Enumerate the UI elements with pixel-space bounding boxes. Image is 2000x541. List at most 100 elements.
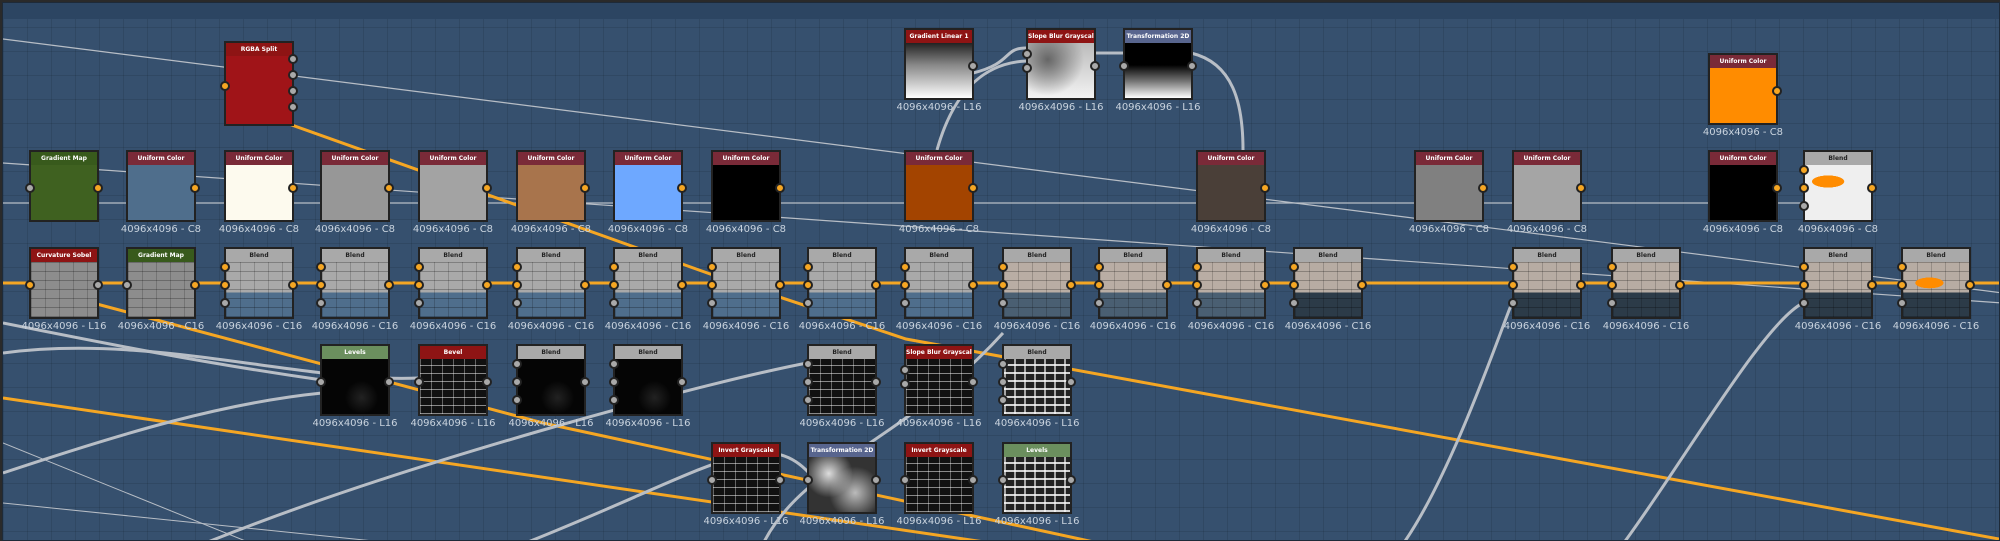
node-gradient-linear-1[interactable]: Gradient Linear 1 bbox=[904, 28, 978, 100]
output-port[interactable] bbox=[871, 280, 881, 290]
input-port[interactable] bbox=[122, 280, 132, 290]
input-port[interactable] bbox=[414, 377, 424, 387]
output-port[interactable] bbox=[288, 70, 298, 80]
node-uniform-color[interactable]: Uniform Color bbox=[1414, 150, 1488, 222]
input-port[interactable] bbox=[707, 280, 717, 290]
node-curvature-sobel[interactable]: Curvature Sobel bbox=[25, 247, 103, 319]
output-port[interactable] bbox=[384, 280, 394, 290]
output-port[interactable] bbox=[190, 280, 200, 290]
input-port[interactable] bbox=[803, 298, 813, 308]
output-port[interactable] bbox=[968, 183, 978, 193]
output-port[interactable] bbox=[1772, 183, 1782, 193]
output-port[interactable] bbox=[871, 377, 881, 387]
output-port[interactable] bbox=[968, 475, 978, 485]
input-port[interactable] bbox=[414, 298, 424, 308]
node-uniform-color[interactable]: Uniform Color bbox=[711, 150, 785, 222]
input-port[interactable] bbox=[1192, 280, 1202, 290]
input-port[interactable] bbox=[25, 183, 35, 193]
node-blend[interactable]: Blend bbox=[803, 247, 881, 319]
output-port[interactable] bbox=[93, 183, 103, 193]
input-port[interactable] bbox=[220, 262, 230, 272]
node-rgba-split[interactable]: RGBA Split bbox=[220, 41, 298, 126]
output-port[interactable] bbox=[1675, 280, 1685, 290]
node-blend[interactable]: Blend bbox=[316, 247, 394, 319]
output-port[interactable] bbox=[384, 183, 394, 193]
node-blend[interactable]: Blend bbox=[1094, 247, 1172, 319]
output-port[interactable] bbox=[1357, 280, 1367, 290]
input-port[interactable] bbox=[1022, 49, 1032, 59]
input-port[interactable] bbox=[803, 359, 813, 369]
output-port[interactable] bbox=[775, 280, 785, 290]
input-port[interactable] bbox=[1289, 262, 1299, 272]
input-port[interactable] bbox=[512, 377, 522, 387]
input-port[interactable] bbox=[803, 395, 813, 405]
input-port[interactable] bbox=[609, 262, 619, 272]
node-transformation-2d[interactable]: Transformation 2D bbox=[1119, 28, 1197, 100]
node-blend[interactable]: Blend bbox=[512, 344, 590, 416]
input-port[interactable] bbox=[609, 298, 619, 308]
node-blend[interactable]: Blend bbox=[803, 344, 881, 416]
input-port[interactable] bbox=[1799, 262, 1809, 272]
input-port[interactable] bbox=[998, 377, 1008, 387]
output-port[interactable] bbox=[1066, 280, 1076, 290]
input-port[interactable] bbox=[316, 262, 326, 272]
input-port[interactable] bbox=[1897, 262, 1907, 272]
input-port[interactable] bbox=[1607, 280, 1617, 290]
input-port[interactable] bbox=[1192, 298, 1202, 308]
output-port[interactable] bbox=[288, 183, 298, 193]
input-port[interactable] bbox=[998, 298, 1008, 308]
input-port[interactable] bbox=[1607, 262, 1617, 272]
input-port[interactable] bbox=[803, 377, 813, 387]
node-uniform-color[interactable]: Uniform Color bbox=[224, 150, 298, 222]
input-port[interactable] bbox=[803, 262, 813, 272]
input-port[interactable] bbox=[1094, 262, 1104, 272]
input-port[interactable] bbox=[1508, 298, 1518, 308]
node-blend[interactable]: Blend bbox=[998, 247, 1076, 319]
node-blend[interactable]: Blend bbox=[1508, 247, 1586, 319]
input-port[interactable] bbox=[1192, 262, 1202, 272]
output-port[interactable] bbox=[1478, 183, 1488, 193]
input-port[interactable] bbox=[316, 298, 326, 308]
output-port[interactable] bbox=[968, 280, 978, 290]
output-port[interactable] bbox=[482, 183, 492, 193]
node-levels[interactable]: Levels bbox=[316, 344, 394, 416]
node-blend[interactable]: Blend bbox=[1289, 247, 1367, 319]
node-gradient-map[interactable]: Gradient Map bbox=[122, 247, 200, 319]
input-port[interactable] bbox=[998, 359, 1008, 369]
node-transformation-2d[interactable]: Transformation 2D bbox=[803, 442, 881, 514]
node-uniform-color[interactable]: Uniform Color bbox=[126, 150, 200, 222]
output-port[interactable] bbox=[1867, 183, 1877, 193]
input-port[interactable] bbox=[707, 298, 717, 308]
node-blend[interactable]: Blend bbox=[998, 344, 1076, 416]
input-port[interactable] bbox=[1094, 280, 1104, 290]
output-port[interactable] bbox=[775, 475, 785, 485]
input-port[interactable] bbox=[998, 262, 1008, 272]
node-uniform-color[interactable]: Uniform Color bbox=[904, 150, 978, 222]
input-port[interactable] bbox=[1607, 298, 1617, 308]
node-invert-grayscale[interactable]: Invert Grayscale bbox=[900, 442, 978, 514]
node-blend[interactable]: Blend bbox=[900, 247, 978, 319]
node-slope-blur-grayscale[interactable]: Slope Blur Grayscale bbox=[1022, 28, 1100, 100]
output-port[interactable] bbox=[1066, 377, 1076, 387]
input-port[interactable] bbox=[900, 379, 910, 389]
output-port[interactable] bbox=[677, 280, 687, 290]
output-port[interactable] bbox=[968, 377, 978, 387]
node-invert-grayscale[interactable]: Invert Grayscale bbox=[707, 442, 785, 514]
node-blend[interactable]: Blend bbox=[1607, 247, 1685, 319]
input-port[interactable] bbox=[609, 395, 619, 405]
input-port[interactable] bbox=[1289, 280, 1299, 290]
output-port[interactable] bbox=[1965, 280, 1975, 290]
output-port[interactable] bbox=[288, 102, 298, 112]
input-port[interactable] bbox=[900, 298, 910, 308]
input-port[interactable] bbox=[1289, 298, 1299, 308]
input-port[interactable] bbox=[316, 377, 326, 387]
input-port[interactable] bbox=[900, 262, 910, 272]
input-port[interactable] bbox=[998, 475, 1008, 485]
input-port[interactable] bbox=[998, 280, 1008, 290]
node-blend[interactable]: Blend bbox=[414, 247, 492, 319]
input-port[interactable] bbox=[1897, 280, 1907, 290]
input-port[interactable] bbox=[1094, 298, 1104, 308]
input-port[interactable] bbox=[316, 280, 326, 290]
input-port[interactable] bbox=[1022, 63, 1032, 73]
node-blend[interactable]: Blend bbox=[1799, 247, 1877, 319]
